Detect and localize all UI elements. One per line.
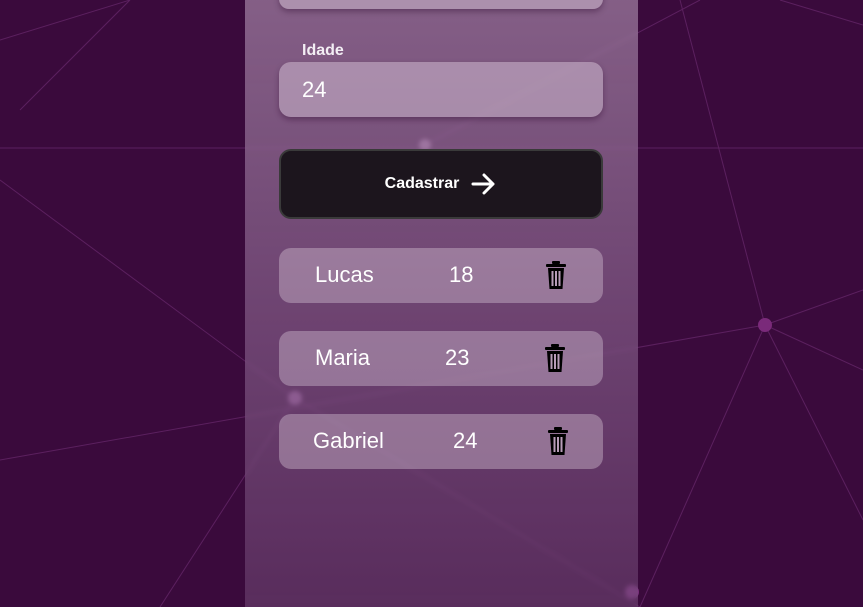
trash-icon[interactable] (547, 426, 569, 456)
trash-icon[interactable] (545, 260, 567, 290)
user-name: Lucas (315, 262, 374, 287)
user-name: Maria (315, 345, 371, 370)
user-row: Lucas 18 (279, 248, 603, 303)
user-age: 18 (449, 262, 474, 287)
user-name: Gabriel (313, 428, 384, 453)
age-input-value: 24 (302, 76, 327, 102)
name-field[interactable] (279, 0, 603, 9)
arrow-right-icon (471, 173, 495, 195)
user-row: Maria 23 (279, 331, 603, 386)
user-age: 23 (445, 345, 470, 370)
trash-icon[interactable] (544, 343, 566, 373)
register-panel: Idade 24 Cadastrar Lucas 18 Maria 23 Gab… (245, 0, 638, 607)
age-label: Idade (302, 42, 344, 59)
user-age: 24 (453, 428, 478, 453)
user-row: Gabriel 24 (279, 414, 603, 469)
age-input[interactable]: 24 (279, 62, 603, 117)
submit-button[interactable]: Cadastrar (279, 149, 603, 219)
submit-button-label: Cadastrar (384, 175, 460, 192)
